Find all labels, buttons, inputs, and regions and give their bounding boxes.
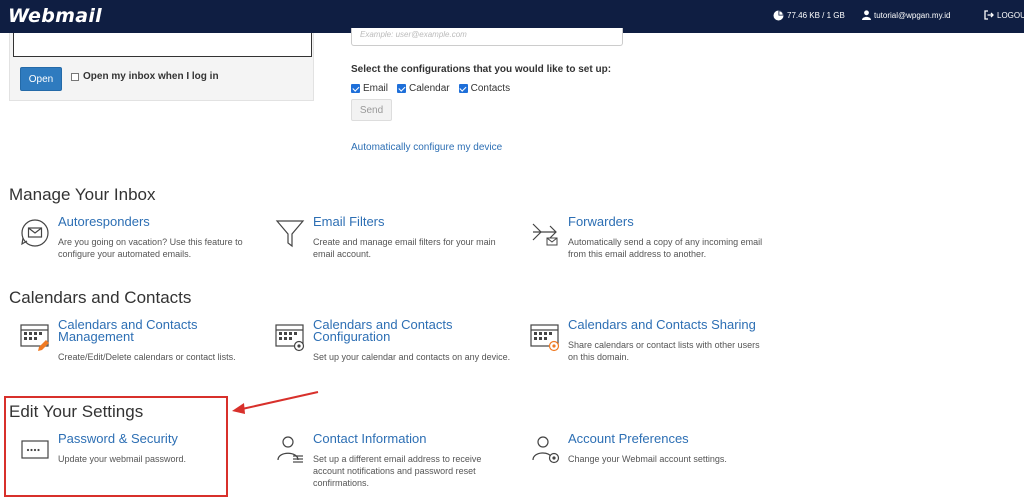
calendars-management-desc: Create/Edit/Delete calendars or contact … xyxy=(58,352,236,362)
email-filters-desc: Create and manage email filters for your… xyxy=(313,237,496,259)
open-inbox-panel: Open Open my inbox when I log in xyxy=(9,33,314,101)
forwarders-title[interactable]: Forwarders xyxy=(568,215,773,228)
calendar-checkbox[interactable] xyxy=(397,84,407,93)
forwarder-icon xyxy=(532,223,558,246)
webmail-logo[interactable]: Webmail xyxy=(8,5,102,27)
logout-label: LOGOUT xyxy=(997,10,1024,20)
contact-information-tool[interactable]: Contact Information Set up a different e… xyxy=(273,432,513,493)
calendar-sharing-icon xyxy=(530,324,560,352)
send-button[interactable]: Send xyxy=(351,99,392,121)
calendars-contacts-heading: Calendars and Contacts xyxy=(9,288,192,307)
logout-button[interactable]: LOGOUT xyxy=(984,10,1024,20)
open-inbox-checkbox[interactable]: Open my inbox when I log in xyxy=(71,71,219,82)
logout-icon xyxy=(984,10,994,20)
annotation-highlight-box xyxy=(4,396,228,497)
disk-usage-text: 77.46 KB / 1 GB xyxy=(787,11,845,20)
email-account-textbox[interactable] xyxy=(13,33,312,57)
calendars-sharing-desc: Share calendars or contact lists with ot… xyxy=(568,340,760,362)
calendars-sharing-title[interactable]: Calendars and Contacts Sharing xyxy=(568,318,773,331)
contact-info-icon xyxy=(277,436,303,463)
auto-configure-link[interactable]: Automatically configure my device xyxy=(351,142,502,153)
autoresponders-tool[interactable]: Autoresponders Are you going on vacation… xyxy=(18,215,258,276)
contacts-checkbox[interactable] xyxy=(458,84,468,93)
calendars-sharing-tool[interactable]: Calendars and Contacts Sharing Share cal… xyxy=(528,318,768,379)
configuration-options: Email Calendar Contacts xyxy=(351,83,510,94)
device-email-input[interactable]: Example: user@example.com xyxy=(351,28,623,46)
account-preferences-tool[interactable]: Account Preferences Change your Webmail … xyxy=(528,432,768,493)
calendars-configuration-tool[interactable]: Calendars and Contacts Configuration Set… xyxy=(273,318,513,379)
calendar-configuration-icon xyxy=(275,324,305,352)
calendars-management-tool[interactable]: Calendars and Contacts Management Create… xyxy=(18,318,258,379)
calendars-management-title[interactable]: Calendars and Contacts Management xyxy=(58,318,263,343)
calendars-configuration-title[interactable]: Calendars and Contacts Configuration xyxy=(313,318,518,343)
account-preferences-title[interactable]: Account Preferences xyxy=(568,432,773,445)
contacts-option[interactable]: Contacts xyxy=(458,83,511,94)
disk-usage: 77.46 KB / 1 GB xyxy=(773,10,845,21)
filter-icon xyxy=(275,220,305,248)
manage-inbox-heading: Manage Your Inbox xyxy=(9,185,156,204)
calendar-option-label: Calendar xyxy=(409,83,450,94)
autoresponders-desc: Are you going on vacation? Use this feat… xyxy=(58,237,243,259)
forwarders-tool[interactable]: Forwarders Automatically send a copy of … xyxy=(528,215,768,276)
email-option[interactable]: Email xyxy=(351,83,388,94)
email-filters-title[interactable]: Email Filters xyxy=(313,215,518,228)
contacts-option-label: Contacts xyxy=(470,83,511,94)
pie-chart-icon xyxy=(773,10,784,21)
account-preferences-desc: Change your Webmail account settings. xyxy=(568,454,727,464)
user-email: tutorial@wpgan.my.id xyxy=(874,10,951,20)
calendars-configuration-desc: Set up your calendar and contacts on any… xyxy=(313,352,511,362)
account-preferences-icon xyxy=(532,436,560,464)
autoresponder-icon xyxy=(21,219,49,247)
forwarders-desc: Automatically send a copy of any incomin… xyxy=(568,237,763,259)
calendar-management-icon xyxy=(20,324,49,351)
email-filters-tool[interactable]: Email Filters Create and manage email fi… xyxy=(273,215,513,276)
open-inbox-label: Open my inbox when I log in xyxy=(83,71,219,82)
user-menu[interactable]: tutorial@wpgan.my.id xyxy=(862,10,950,20)
autoresponders-title[interactable]: Autoresponders xyxy=(58,215,263,228)
configuration-select-label: Select the configurations that you would… xyxy=(351,64,612,75)
email-checkbox[interactable] xyxy=(351,84,360,93)
email-option-label: Email xyxy=(363,83,389,94)
contact-information-desc: Set up a different email address to rece… xyxy=(313,454,482,488)
user-icon xyxy=(862,10,871,20)
open-button[interactable]: Open xyxy=(20,67,62,91)
calendar-option[interactable]: Calendar xyxy=(397,83,450,94)
contact-information-title[interactable]: Contact Information xyxy=(313,432,518,445)
open-inbox-checkbox-box[interactable] xyxy=(71,72,79,81)
